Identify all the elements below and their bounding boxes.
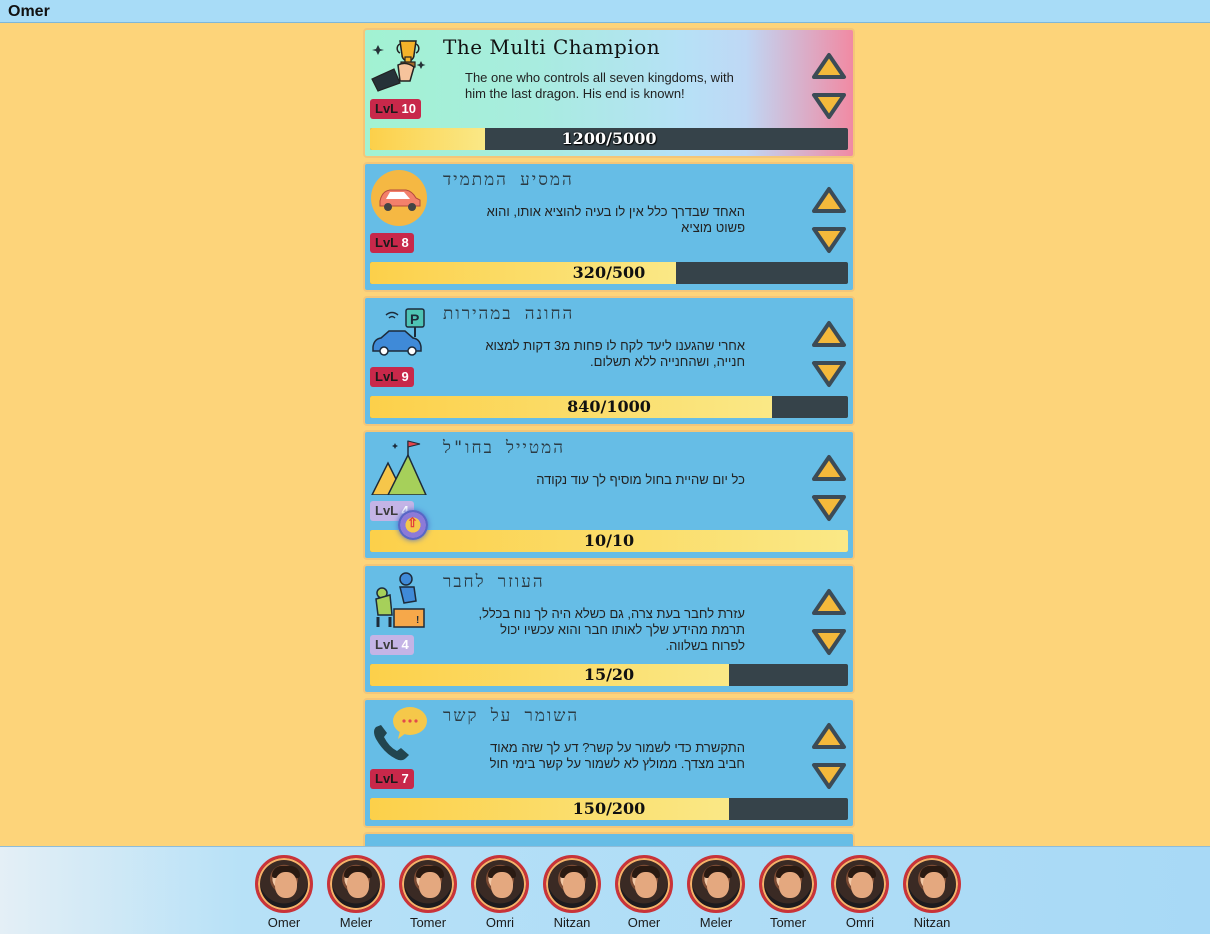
achievement-description: התקשרת כדי לשמור על קשר? דע לך שזה מאוד … (489, 740, 745, 771)
friend-name: Omri (845, 915, 875, 930)
achievement-card: LvL 8 המסיע המתמיד האחד שבדרך כלל אין לו… (363, 162, 855, 292)
achievement-title: העוזר לחבר (443, 572, 545, 592)
level-badge: LvL 7 (370, 769, 414, 789)
level-badge: LvL 10 (370, 99, 421, 119)
friend-name: Tomer (409, 915, 447, 930)
phone-chat-icon (374, 707, 427, 761)
helping-hand-icon: ! (375, 572, 425, 628)
achievements-list[interactable]: LvL 10 The Multi Champion The one who co… (363, 28, 855, 846)
progress-text: 840/1000 (567, 397, 651, 416)
progress-text: 1200/5000 (561, 129, 657, 148)
move-up-arrow-icon[interactable] (811, 320, 847, 348)
reorder-arrows (809, 52, 849, 124)
progress-text: 320/500 (572, 263, 646, 282)
progress-bar: 10/10 (370, 530, 848, 552)
friend-avatar[interactable]: Omer (614, 855, 674, 930)
avatar (255, 855, 313, 913)
achievement-description: The one who controls all seven kingdoms,… (465, 70, 734, 101)
avatar (471, 855, 529, 913)
friend-name: Omer (627, 915, 661, 930)
up-arrow-icon: ⇧ (407, 515, 418, 530)
friend-avatar[interactable]: Tomer (758, 855, 818, 930)
username-label: Omer (8, 3, 50, 20)
top-bar: Omer (0, 0, 1210, 23)
friend-avatar[interactable]: Omri (830, 855, 890, 930)
svg-text:P: P (410, 311, 419, 327)
trophy-icon (371, 40, 426, 92)
progress-bar: 15/20 (370, 664, 848, 686)
achievement-card-partial (363, 832, 855, 846)
friend-avatar[interactable]: Omri (470, 855, 530, 930)
achievement-card: ! LvL 4 העוזר לחבר עזרת לחבר בעת צרה, גם… (363, 564, 855, 694)
progress-bar: 150/200 (370, 798, 848, 820)
progress-text: 150/200 (572, 799, 646, 818)
level-badge: LvL 4 (370, 635, 414, 655)
avatar (327, 855, 385, 913)
level-badge: LvL 9 (370, 367, 414, 387)
progress-bar: 320/500 (370, 262, 848, 284)
friend-name: Omri (485, 915, 515, 930)
friend-name: Meler (699, 915, 733, 930)
reorder-arrows (809, 320, 849, 392)
move-down-arrow-icon[interactable] (811, 226, 847, 254)
friend-avatar[interactable]: Nitzan (542, 855, 602, 930)
achievement-description: האחד שבדרך כלל אין לו בעיה להוציא אותו, … (486, 204, 745, 235)
progress-bar: 840/1000 (370, 396, 848, 418)
reorder-arrows (809, 588, 849, 660)
friend-avatar[interactable]: Nitzan (902, 855, 962, 930)
achievement-description: כל יום שהיית בחול מוסיף לך עוד נקודה (536, 472, 745, 487)
friend-name: Tomer (769, 915, 807, 930)
move-down-arrow-icon[interactable] (811, 360, 847, 388)
level-up-button[interactable]: ⇧ (398, 510, 428, 540)
friend-name: Meler (339, 915, 373, 930)
friend-avatar[interactable]: Meler (326, 855, 386, 930)
move-down-arrow-icon[interactable] (811, 628, 847, 656)
reorder-arrows (809, 722, 849, 794)
friend-avatar[interactable]: Omer (254, 855, 314, 930)
level-badge: LvL 8 (370, 233, 414, 253)
achievement-description: עזרת לחבר בעת צרה, גם כשלא היה לך נוח בכ… (478, 606, 745, 653)
move-up-arrow-icon[interactable] (811, 454, 847, 482)
progress-text: 10/10 (583, 531, 635, 550)
avatar (831, 855, 889, 913)
move-down-arrow-icon[interactable] (811, 92, 847, 120)
achievement-title: השומר על קשר (443, 706, 580, 726)
reorder-arrows (809, 186, 849, 258)
friend-name: Nitzan (553, 915, 591, 930)
avatar (543, 855, 601, 913)
avatar (759, 855, 817, 913)
achievement-title: המסיע המתמיד (443, 170, 574, 190)
mountain-flag-icon (371, 440, 427, 495)
achievement-card: LvL 7 השומר על קשר התקשרת כדי לשמור על ק… (363, 698, 855, 828)
avatar (399, 855, 457, 913)
reorder-arrows (809, 454, 849, 526)
friend-avatar[interactable]: Tomer (398, 855, 458, 930)
car-icon (371, 170, 427, 226)
achievement-card: LvL 10 The Multi Champion The one who co… (363, 28, 855, 158)
achievement-description: אחרי שהגענו ליעד לקח לו פחות מ3 דקות למצ… (485, 338, 745, 369)
move-up-arrow-icon[interactable] (811, 52, 847, 80)
move-up-arrow-icon[interactable] (811, 722, 847, 750)
friend-avatar[interactable]: Meler (686, 855, 746, 930)
achievement-card: LvL 4 המטייל בחו"ל כל יום שהיית בחול מוס… (363, 430, 855, 560)
move-down-arrow-icon[interactable] (811, 494, 847, 522)
avatar (687, 855, 745, 913)
friends-bar: Omer Meler Tomer Omri Nitzan Omer Meler … (0, 846, 1210, 934)
friend-name: Nitzan (913, 915, 951, 930)
achievement-card: P LvL 9 החונה במהירות אחרי שהגענו ליעד ל… (363, 296, 855, 426)
friend-name: Omer (267, 915, 301, 930)
move-up-arrow-icon[interactable] (811, 186, 847, 214)
progress-text: 15/20 (583, 665, 635, 684)
move-down-arrow-icon[interactable] (811, 762, 847, 790)
achievement-title: The Multi Champion (443, 35, 661, 59)
move-up-arrow-icon[interactable] (811, 588, 847, 616)
parking-car-icon: P (372, 308, 425, 356)
achievement-title: החונה במהירות (443, 304, 575, 324)
svg-text:!: ! (416, 615, 419, 626)
avatar (903, 855, 961, 913)
avatar (615, 855, 673, 913)
progress-bar: 1200/5000 (370, 128, 848, 150)
achievement-title: המטייל בחו"ל (443, 438, 566, 458)
